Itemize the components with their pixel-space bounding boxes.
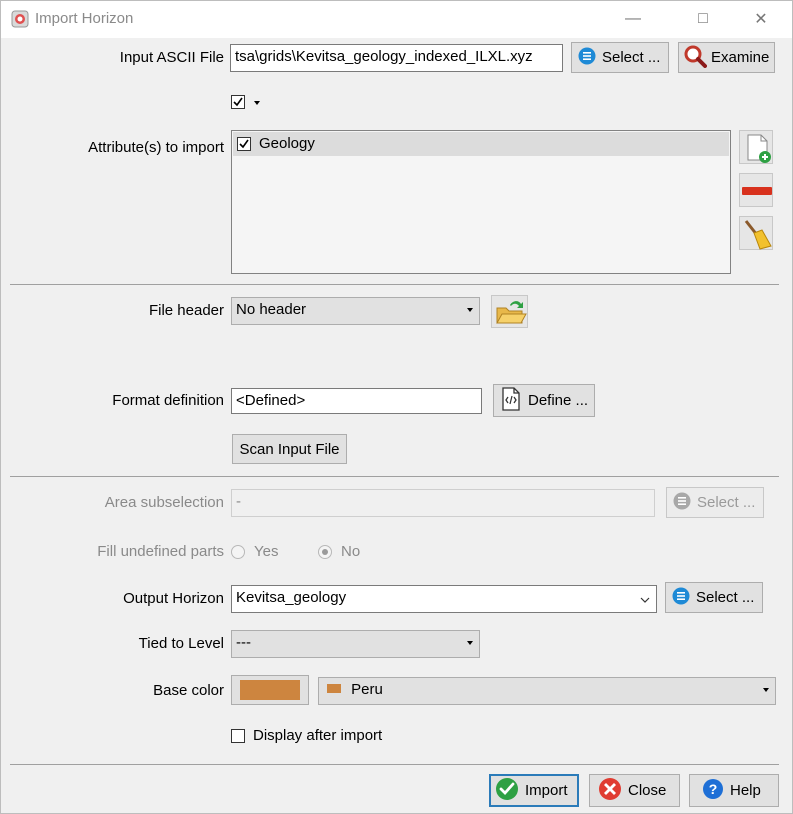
- base-color-label: Base color: [153, 682, 224, 699]
- folder-open-icon: [492, 301, 529, 333]
- list-item[interactable]: Geology: [233, 132, 729, 156]
- minimize-button[interactable]: —: [610, 6, 656, 32]
- output-select-label: Select ...: [696, 589, 755, 606]
- area-label: Area subselection: [104, 494, 224, 511]
- chevron-down-icon: [763, 688, 769, 692]
- color-swatch: [240, 680, 300, 700]
- attributes-label: Attribute(s) to import: [88, 139, 224, 156]
- separator: [10, 476, 779, 477]
- minus-icon: [740, 187, 774, 212]
- window-title: Import Horizon: [35, 10, 134, 27]
- fill-no-radio: [318, 545, 332, 559]
- output-label: Output Horizon: [123, 590, 224, 607]
- scan-label: Scan Input File: [239, 440, 340, 458]
- area-select-label: Select ...: [697, 494, 756, 511]
- list-icon: [672, 587, 690, 609]
- output-horizon-value: Kevitsa_geology: [236, 589, 347, 606]
- input-file-select-button[interactable]: Select ...: [571, 42, 669, 73]
- input-file-field[interactable]: tsa\grids\Kevitsa_geology_indexed_ILXL.x…: [230, 44, 563, 72]
- list-icon: [673, 492, 691, 514]
- input-file-label: Input ASCII File: [119, 49, 224, 66]
- examine-label: Examine: [711, 49, 770, 66]
- file-header-label: File header: [148, 302, 224, 319]
- help-button[interactable]: ? Help: [689, 774, 779, 807]
- define-label: Define ...: [528, 392, 589, 409]
- chevron-down-icon: [467, 308, 473, 312]
- fill-no-label: No: [341, 543, 361, 560]
- format-field[interactable]: <Defined>: [231, 388, 482, 414]
- select-label: Select ...: [602, 49, 661, 66]
- import-button[interactable]: Import: [489, 774, 579, 807]
- fill-yes-label: Yes: [254, 543, 279, 560]
- color-name-select[interactable]: Peru: [318, 677, 776, 705]
- fill-yes-radio: [231, 545, 245, 559]
- close-icon: [598, 777, 622, 805]
- separator: [10, 284, 779, 285]
- color-chip: [327, 684, 341, 693]
- area-select-button: Select ...: [666, 487, 764, 518]
- tied-level-value: ---: [236, 634, 251, 651]
- format-label: Format definition: [112, 392, 224, 409]
- attribute-checkbox[interactable]: [237, 137, 251, 151]
- document-code-icon: [500, 386, 522, 415]
- add-file-icon: [740, 134, 774, 169]
- select-all-checkbox[interactable]: [231, 95, 245, 109]
- color-name: Peru: [351, 681, 383, 698]
- tied-level-select[interactable]: ---: [231, 630, 480, 658]
- close-label: Close: [628, 782, 667, 799]
- display-after-label: Display after import: [253, 727, 383, 744]
- chevron-down-icon[interactable]: [254, 101, 260, 105]
- attributes-list[interactable]: Geology: [231, 130, 731, 274]
- check-icon: [495, 777, 519, 805]
- color-swatch-button[interactable]: [231, 675, 309, 705]
- scan-input-file-button[interactable]: Scan Input File: [232, 434, 347, 464]
- magnifier-icon: [683, 44, 707, 72]
- display-after-checkbox[interactable]: [231, 729, 245, 743]
- svg-text:?: ?: [709, 781, 718, 797]
- define-button[interactable]: Define ...: [493, 384, 595, 417]
- maximize-button[interactable]: □: [680, 6, 726, 32]
- clear-attributes-button[interactable]: [739, 216, 773, 250]
- remove-attribute-button[interactable]: [739, 173, 773, 207]
- app-icon: [11, 10, 29, 28]
- close-window-button[interactable]: ✕: [738, 6, 784, 32]
- examine-button[interactable]: Examine: [678, 42, 775, 73]
- open-header-button[interactable]: [491, 295, 528, 328]
- file-header-select[interactable]: No header: [231, 297, 480, 325]
- help-label: Help: [730, 782, 761, 799]
- output-select-button[interactable]: Select ...: [665, 582, 763, 613]
- file-header-value: No header: [236, 301, 307, 318]
- help-icon: ?: [702, 778, 724, 804]
- import-label: Import: [525, 782, 568, 799]
- close-button[interactable]: Close: [589, 774, 680, 807]
- output-horizon-combo[interactable]: Kevitsa_geology: [231, 585, 657, 613]
- separator: [10, 764, 779, 765]
- tied-label: Tied to Level: [138, 635, 224, 652]
- list-icon: [578, 47, 596, 69]
- area-field: -: [231, 489, 655, 517]
- attribute-name: Geology: [259, 135, 315, 152]
- chevron-down-icon: [640, 591, 650, 611]
- broom-icon: [740, 220, 774, 255]
- fill-label: Fill undefined parts: [97, 543, 224, 560]
- chevron-down-icon: [467, 641, 473, 645]
- add-attribute-button[interactable]: [739, 130, 773, 164]
